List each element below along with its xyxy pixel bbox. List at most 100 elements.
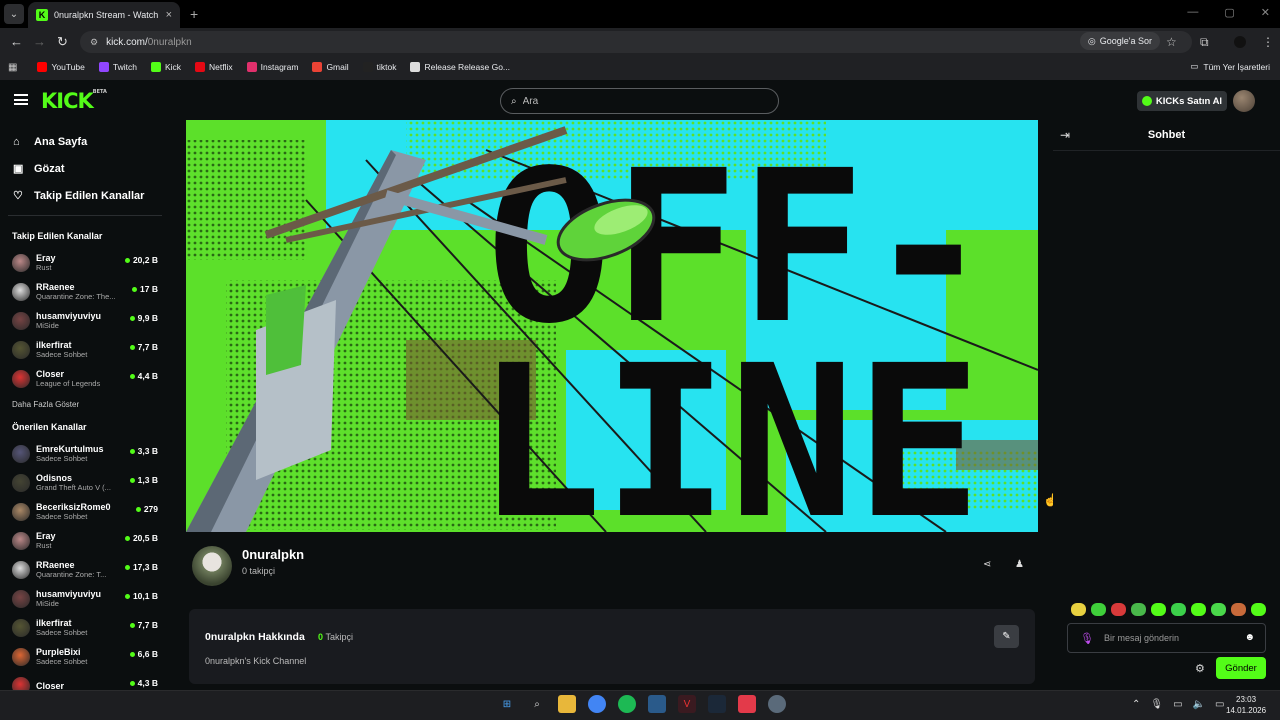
bookmark-item[interactable]: Instagram — [246, 62, 298, 72]
close-window-icon[interactable]: ✕ — [1261, 6, 1270, 19]
new-tab-button[interactable]: + — [190, 6, 198, 22]
sidebar-channel[interactable]: RRaenee Quarantine Zone: T... 17,3 B — [0, 555, 170, 584]
live-dot-icon — [129, 622, 135, 628]
taskbar-clock[interactable]: 23:03 14.01.2026 — [1226, 694, 1266, 716]
channel-info: husamviyuviyu MiSide — [36, 589, 128, 608]
edit-button[interactable]: ✎ — [994, 625, 1019, 648]
steam-icon[interactable] — [708, 695, 726, 713]
start-menu-icon[interactable]: ⊞ — [498, 695, 516, 713]
bookmark-item[interactable]: Gmail — [312, 62, 349, 72]
sidebar-channel[interactable]: RRaenee Quarantine Zone: The... 17 B — [0, 277, 170, 306]
emote-icon[interactable] — [1111, 603, 1126, 616]
sidebar-channel[interactable]: PurpleBixi Sadece Sohbet 6,6 B — [0, 642, 170, 671]
hamburger-menu-icon[interactable] — [14, 94, 28, 105]
bookmark-item[interactable]: tiktok — [362, 62, 396, 72]
sidebar-nav-item[interactable]: ▣ Gözat — [0, 155, 170, 182]
spotify-icon[interactable] — [618, 695, 636, 713]
tab-search-button[interactable]: ⌄ — [4, 4, 24, 24]
channel-info: PurpleBixi Sadece Sohbet — [36, 647, 128, 666]
clock-time: 23:03 — [1236, 695, 1257, 704]
bookmark-favicon-icon — [150, 62, 161, 72]
chat-input[interactable] — [1103, 633, 1244, 643]
channel-category: Sadece Sohbet — [36, 628, 88, 637]
viewer-count-label: 20,2 B — [132, 255, 158, 265]
sidebar-channel[interactable]: Eray Rust 20,5 B — [0, 526, 170, 555]
sidebar-channel[interactable]: Odisnos Grand Theft Auto V (... 1,3 B — [0, 468, 170, 497]
volume-icon[interactable]: 🔈 — [1193, 699, 1205, 710]
obs-icon[interactable] — [768, 695, 786, 713]
emote-icon[interactable] — [1211, 603, 1226, 616]
network-icon[interactable]: ▭ — [1173, 699, 1182, 710]
send-button[interactable]: Gönder — [1216, 657, 1266, 679]
browser-tab[interactable]: K 0nuralpkn Stream - Watch Live × — [28, 2, 180, 28]
user-avatar[interactable] — [1233, 90, 1255, 112]
sidebar-channel[interactable]: husamviyuviyu MiSide 9,9 B — [0, 306, 170, 335]
bookmark-item[interactable]: Twitch — [98, 62, 137, 72]
sidebar-channel[interactable]: EmreKurtulmus Sadece Sohbet 3,3 B — [0, 439, 170, 468]
back-icon[interactable]: ← — [10, 34, 23, 49]
apps-grid-icon[interactable]: ▦ — [8, 62, 17, 73]
minimize-icon[interactable]: — — [1187, 6, 1198, 19]
menu-dots-icon[interactable]: ⋮ — [1262, 35, 1274, 49]
bookmark-item[interactable]: Release Release Go... — [410, 62, 510, 72]
sidebar-channel[interactable]: ilkerfirat Sadece Sohbet 7,7 B — [0, 335, 170, 364]
chevron-up-icon[interactable]: ⌃ — [1132, 699, 1140, 710]
address-bar[interactable]: ⚙ kick.com/0nuralpkn — [80, 31, 1192, 53]
sidebar-channel[interactable]: Closer League of Legends 4,4 B — [0, 364, 170, 393]
search-taskbar-icon[interactable]: ⌕ — [528, 695, 546, 713]
emoji-picker-icon[interactable]: ☻ — [1244, 632, 1255, 643]
buy-kicks-button[interactable]: KICKs Satın Al — [1137, 91, 1227, 111]
google-sor-button[interactable]: ◎ Google'a Sor — [1079, 32, 1160, 50]
emote-icon[interactable] — [1151, 603, 1166, 616]
follow-user-icon[interactable]: ♟ — [1015, 559, 1024, 570]
bookmark-item[interactable]: Kick — [150, 62, 181, 72]
file-explorer-icon[interactable] — [558, 695, 576, 713]
tab-close-icon[interactable]: × — [166, 9, 172, 21]
sidebar-channel[interactable]: Eray Rust 20,2 B — [0, 248, 170, 277]
emote-icon[interactable] — [1131, 603, 1146, 616]
share-icon[interactable]: ⋖ — [983, 559, 991, 570]
emote-icon[interactable] — [1171, 603, 1186, 616]
profile-icon[interactable] — [1234, 36, 1246, 48]
channel-category: Quarantine Zone: T... — [36, 570, 107, 579]
emote-icon[interactable] — [1191, 603, 1206, 616]
search-input[interactable] — [522, 95, 743, 107]
kick-logo[interactable]: KICKBETA — [41, 89, 107, 113]
chat-message-box[interactable]: 🎙 ☻ — [1067, 623, 1266, 653]
app-icon[interactable] — [648, 695, 666, 713]
site-info-icon[interactable]: ⚙ — [90, 37, 98, 48]
maximize-icon[interactable]: ▢ — [1224, 6, 1234, 19]
channel-avatar[interactable] — [192, 546, 232, 586]
emote-icon[interactable] — [1251, 603, 1266, 616]
sidebar-nav-item[interactable]: ♡ Takip Edilen Kanallar — [0, 182, 170, 209]
video-player[interactable]: OFF- LINE — [170, 120, 1053, 532]
bookmark-star-icon[interactable]: ☆ — [1166, 35, 1177, 49]
chat-settings-icon[interactable]: ⚙ — [1195, 662, 1205, 675]
bookmark-item[interactable]: Netflix — [195, 62, 233, 72]
emote-icon[interactable] — [1071, 603, 1086, 616]
sidebar-channel[interactable]: ilkerfirat Sadece Sohbet 7,7 B — [0, 613, 170, 642]
emote-icon[interactable] — [1231, 603, 1246, 616]
extensions-icon[interactable]: ⧉ — [1200, 35, 1209, 50]
sidebar-channel[interactable]: BeceriksizRome0 Sadece Sohbet 279 — [0, 497, 170, 526]
viewer-count: 10,1 B — [124, 591, 158, 601]
channel-name[interactable]: 0nuralpkn — [242, 547, 304, 562]
battery-icon[interactable]: ▭ — [1215, 699, 1224, 710]
forward-icon[interactable]: → — [33, 34, 46, 49]
mic-tray-icon[interactable]: 🎙 — [1150, 699, 1163, 710]
viewer-count-label: 3,3 B — [137, 446, 158, 456]
sidebar-channel[interactable]: Closer 4,3 B — [0, 671, 170, 690]
sidebar-channel[interactable]: husamviyuviyu MiSide 10,1 B — [0, 584, 170, 613]
riot-icon[interactable] — [738, 695, 756, 713]
emote-icon[interactable] — [1091, 603, 1106, 616]
show-more-link[interactable]: Daha Fazla Göster — [0, 393, 170, 415]
search-box[interactable]: ⌕ — [500, 88, 779, 114]
chrome-icon[interactable] — [588, 695, 606, 713]
about-title: 0nuralpkn Hakkında — [205, 631, 305, 643]
sidebar-nav-item[interactable]: ⌂ Ana Sayfa — [0, 128, 170, 155]
all-bookmarks-button[interactable]: ▭ Tüm Yer İşaretleri — [1190, 61, 1270, 72]
valorant-icon[interactable]: V — [678, 695, 696, 713]
reload-icon[interactable]: ↻ — [57, 34, 68, 50]
microphone-icon[interactable]: 🎙 — [1080, 632, 1094, 645]
bookmark-item[interactable]: YouTube — [37, 62, 85, 72]
